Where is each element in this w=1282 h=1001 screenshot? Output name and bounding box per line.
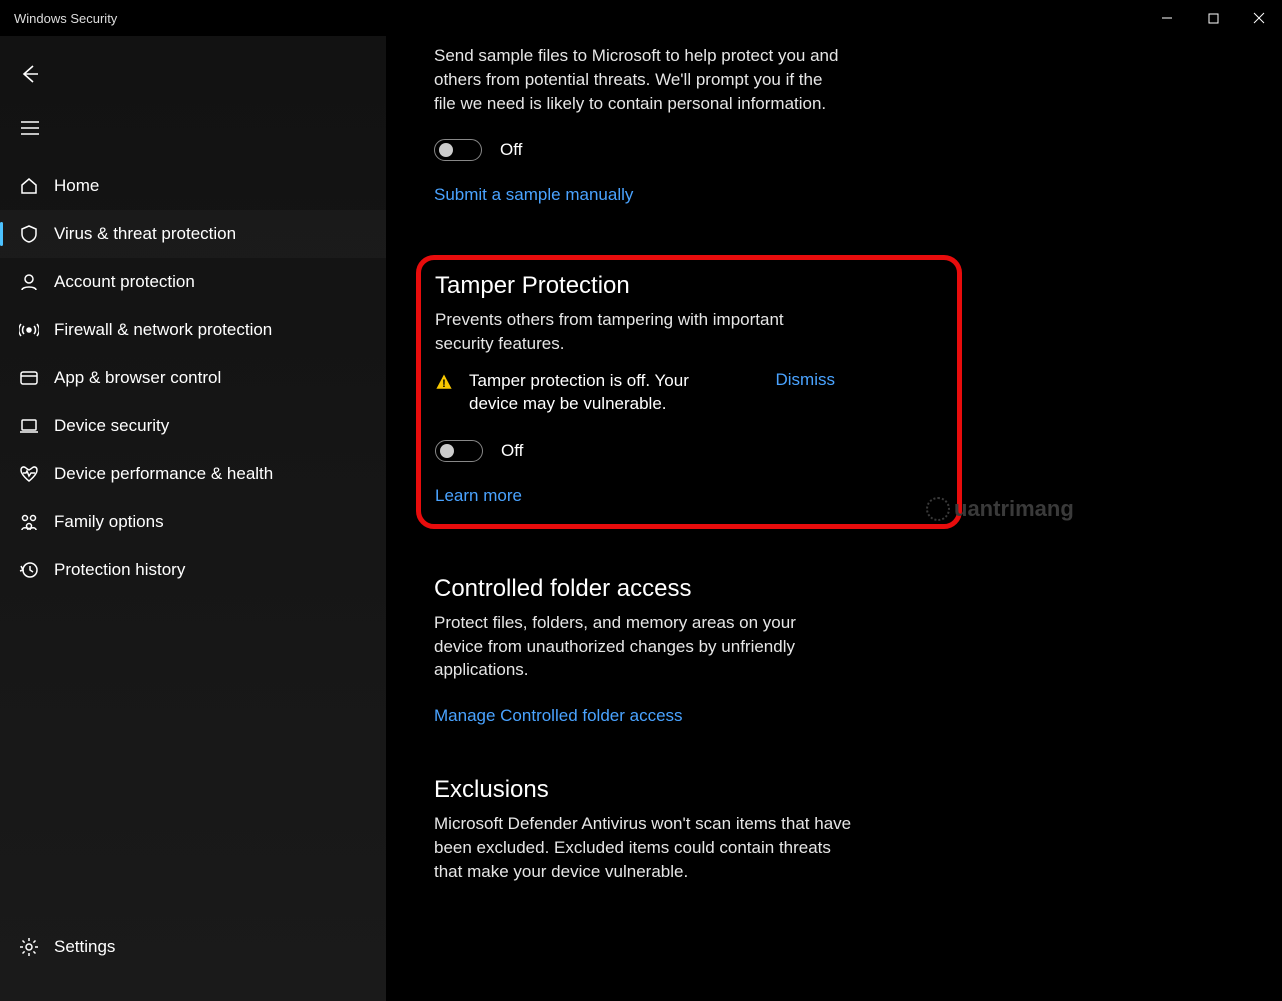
- sidebar-item-label: Virus & threat protection: [54, 224, 236, 244]
- antenna-icon: [18, 319, 40, 341]
- nav-list: Home Virus & threat protection Account p…: [0, 162, 386, 594]
- heart-pulse-icon: [18, 463, 40, 485]
- sidebar-item-label: Account protection: [54, 272, 195, 292]
- sidebar-item-home[interactable]: Home: [0, 162, 386, 210]
- sidebar-item-virus-threat[interactable]: Virus & threat protection: [0, 210, 386, 258]
- sidebar-item-app-browser[interactable]: App & browser control: [0, 354, 386, 402]
- main-content: Send sample files to Microsoft to help p…: [386, 36, 1282, 1001]
- minimize-button[interactable]: [1144, 0, 1190, 36]
- sidebar-item-label: Family options: [54, 512, 164, 532]
- sidebar-item-firewall[interactable]: Firewall & network protection: [0, 306, 386, 354]
- back-button[interactable]: [6, 54, 54, 94]
- sidebar-item-performance[interactable]: Device performance & health: [0, 450, 386, 498]
- laptop-icon: [18, 415, 40, 437]
- cfa-manage-link[interactable]: Manage Controlled folder access: [434, 706, 683, 726]
- tamper-warning-row: ! Tamper protection is off. Your device …: [435, 370, 835, 416]
- sidebar-item-label: Firewall & network protection: [54, 320, 272, 340]
- app-browser-icon: [18, 367, 40, 389]
- sample-submission-toggle-label: Off: [500, 140, 522, 160]
- family-icon: [18, 511, 40, 533]
- sidebar-item-device-security[interactable]: Device security: [0, 402, 386, 450]
- sidebar-item-label: Settings: [54, 937, 115, 957]
- tamper-toggle[interactable]: [435, 440, 483, 462]
- sidebar: Home Virus & threat protection Account p…: [0, 36, 386, 1001]
- sample-submission-toggle[interactable]: [434, 139, 482, 161]
- person-icon: [18, 271, 40, 293]
- gear-icon: [18, 936, 40, 958]
- sidebar-item-label: Device security: [54, 416, 169, 436]
- back-arrow-icon: [20, 64, 40, 84]
- sidebar-item-history[interactable]: Protection history: [0, 546, 386, 594]
- section-cfa: Controlled folder access Protect files, …: [434, 575, 1242, 726]
- cfa-title: Controlled folder access: [434, 575, 1242, 603]
- history-icon: [18, 559, 40, 581]
- exclusions-title: Exclusions: [434, 776, 1242, 804]
- sidebar-item-label: Home: [54, 176, 99, 196]
- tamper-desc: Prevents others from tampering with impo…: [435, 308, 815, 356]
- sidebar-item-family[interactable]: Family options: [0, 498, 386, 546]
- sidebar-item-label: Device performance & health: [54, 464, 273, 484]
- maximize-icon: [1208, 13, 1219, 24]
- tamper-dismiss-link[interactable]: Dismiss: [776, 370, 836, 390]
- scrollbar[interactable]: [1270, 36, 1280, 1001]
- hamburger-button[interactable]: [6, 108, 54, 148]
- sample-submission-desc: Send sample files to Microsoft to help p…: [434, 44, 844, 115]
- maximize-button[interactable]: [1190, 0, 1236, 36]
- sidebar-item-account[interactable]: Account protection: [0, 258, 386, 306]
- window-controls: [1144, 0, 1282, 36]
- minimize-icon: [1161, 12, 1173, 24]
- tamper-learn-more-link[interactable]: Learn more: [435, 486, 522, 506]
- submit-sample-link[interactable]: Submit a sample manually: [434, 185, 633, 205]
- window-title: Windows Security: [14, 11, 117, 26]
- tamper-highlight: Tamper Protection Prevents others from t…: [416, 255, 962, 528]
- tamper-title: Tamper Protection: [435, 272, 943, 300]
- svg-text:!: !: [442, 378, 446, 390]
- tamper-warning-text: Tamper protection is off. Your device ma…: [469, 370, 709, 416]
- tamper-toggle-label: Off: [501, 441, 523, 461]
- cfa-desc: Protect files, folders, and memory areas…: [434, 611, 844, 682]
- close-icon: [1253, 12, 1265, 24]
- section-sample-submission: Send sample files to Microsoft to help p…: [434, 44, 1242, 205]
- exclusions-desc: Microsoft Defender Antivirus won't scan …: [434, 812, 854, 883]
- titlebar: Windows Security: [0, 0, 1282, 36]
- home-icon: [18, 175, 40, 197]
- close-button[interactable]: [1236, 0, 1282, 36]
- warning-icon: !: [435, 373, 453, 391]
- sidebar-item-settings[interactable]: Settings: [0, 923, 386, 971]
- hamburger-icon: [20, 120, 40, 136]
- section-exclusions: Exclusions Microsoft Defender Antivirus …: [434, 776, 1242, 883]
- sidebar-item-label: Protection history: [54, 560, 185, 580]
- sidebar-item-label: App & browser control: [54, 368, 221, 388]
- shield-icon: [18, 223, 40, 245]
